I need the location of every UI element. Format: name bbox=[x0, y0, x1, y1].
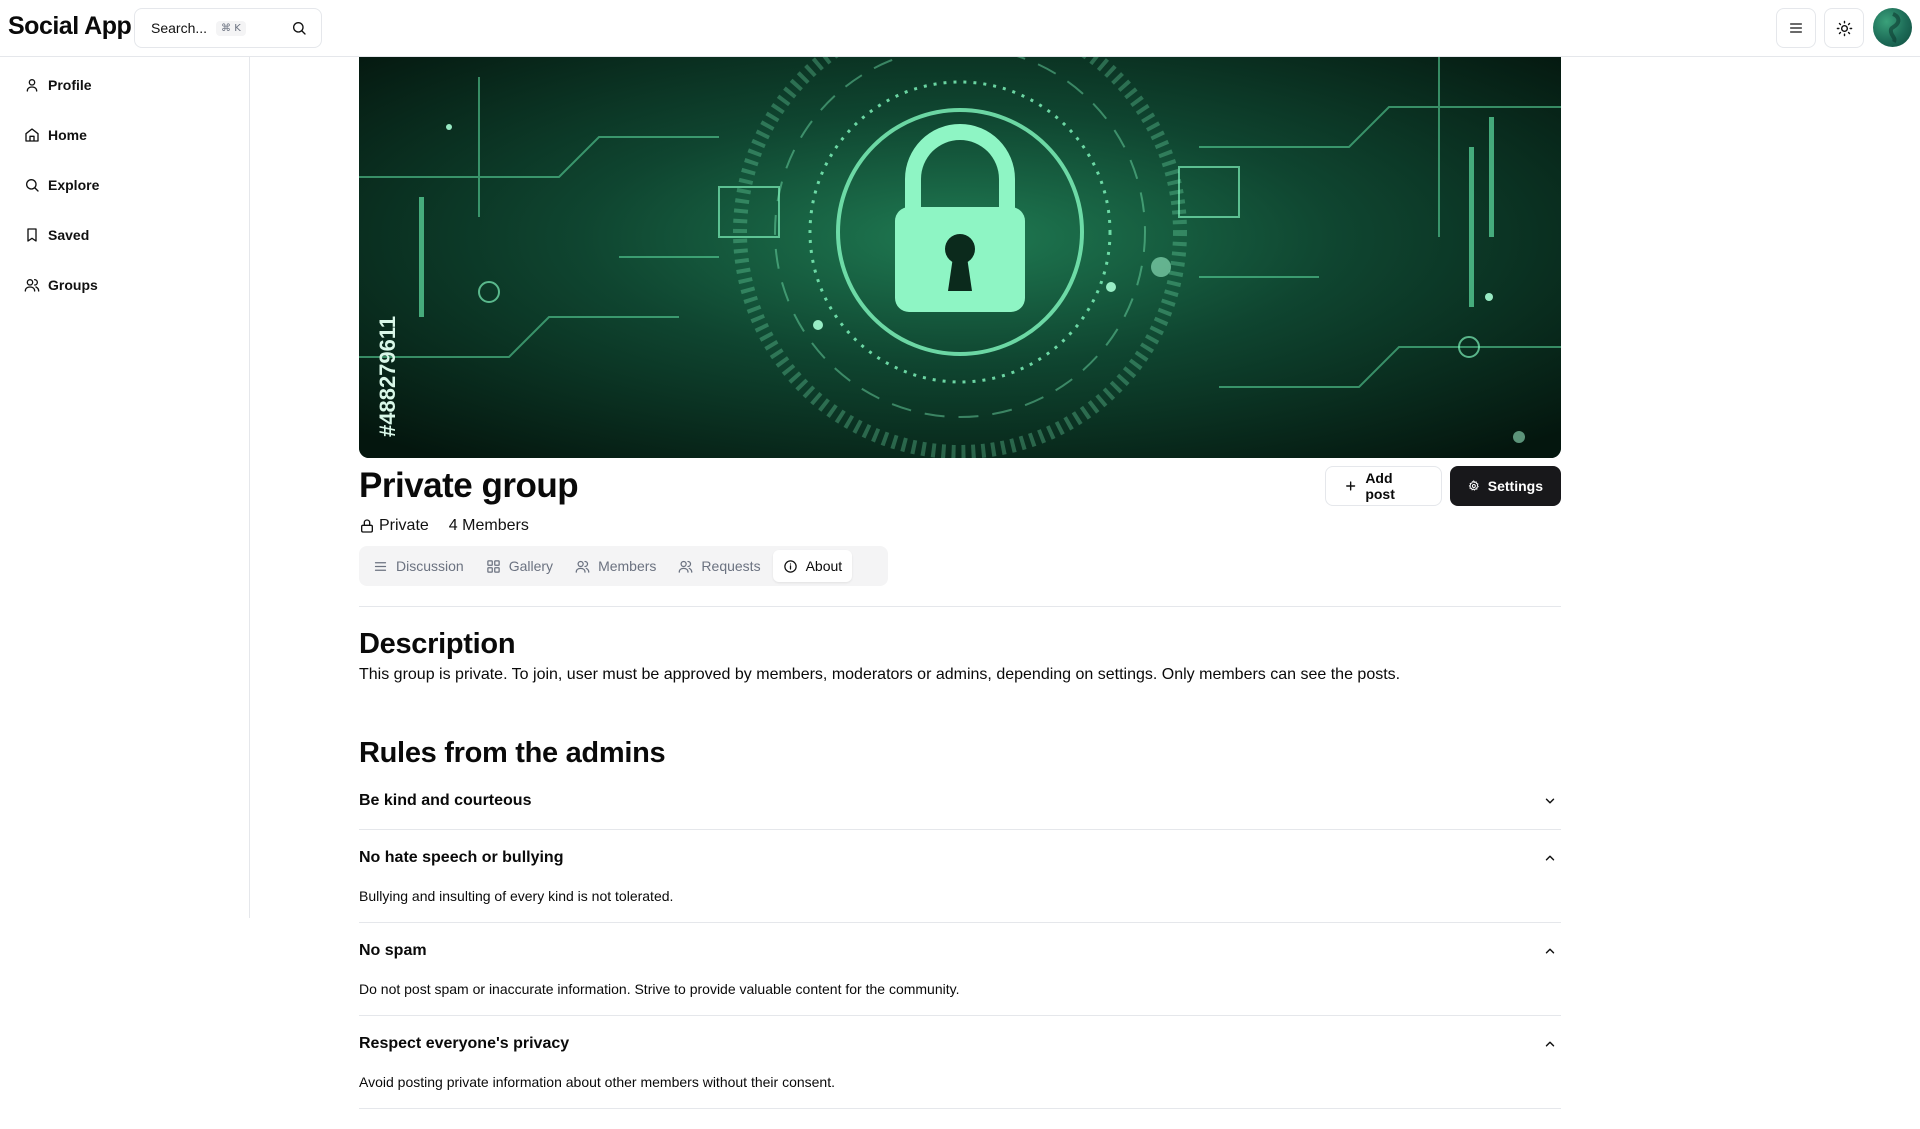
rule-divider bbox=[359, 1015, 1561, 1016]
search-icon bbox=[26, 179, 39, 192]
rule-body: Avoid posting private information about … bbox=[359, 1074, 835, 1090]
top-bar: Social App Search... ⌘ K bbox=[0, 0, 1920, 57]
sidebar-item-saved[interactable]: Saved bbox=[24, 223, 89, 247]
chevron-down-icon[interactable] bbox=[1543, 794, 1557, 808]
group-cover-image: #488279611 bbox=[359, 57, 1561, 458]
description-heading: Description bbox=[359, 628, 516, 660]
section-divider bbox=[359, 606, 1561, 607]
home-icon bbox=[25, 128, 39, 142]
search-icon[interactable] bbox=[291, 20, 307, 36]
users-icon bbox=[24, 279, 40, 292]
settings-label: Settings bbox=[1487, 478, 1543, 494]
theme-toggle-button[interactable] bbox=[1824, 8, 1864, 48]
sidebar-item-label: Saved bbox=[48, 227, 90, 243]
add-post-label: Add post bbox=[1365, 470, 1395, 502]
user-avatar[interactable] bbox=[1873, 8, 1912, 47]
search-placeholder[interactable]: Search... bbox=[151, 20, 207, 36]
info-icon bbox=[783, 559, 797, 573]
add-post-button[interactable]: Add post bbox=[1325, 466, 1442, 506]
tab-label: Gallery bbox=[508, 558, 554, 574]
rule-title[interactable]: Respect everyone's privacy bbox=[359, 1035, 569, 1053]
users-icon bbox=[679, 560, 693, 573]
sidebar-item-label: Explore bbox=[48, 177, 100, 193]
rule-title[interactable]: No spam bbox=[359, 942, 427, 960]
tab-label: About bbox=[805, 558, 843, 574]
menu-button[interactable] bbox=[1776, 8, 1816, 48]
tab-label: Members bbox=[598, 558, 657, 574]
rule-body: Bullying and insulting of every kind is … bbox=[359, 888, 674, 904]
search-box[interactable]: Search... ⌘ K bbox=[134, 8, 322, 48]
plus-icon bbox=[1346, 481, 1356, 491]
privacy-label: Private bbox=[379, 517, 429, 534]
sidebar-item-label: Home bbox=[48, 127, 87, 143]
tab-gallery[interactable]: Gallery bbox=[476, 550, 563, 582]
chevron-up-icon[interactable] bbox=[1543, 944, 1557, 958]
rule-title[interactable]: Be kind and courteous bbox=[359, 792, 531, 810]
tab-label: Requests bbox=[701, 558, 761, 574]
cover-image-id: #488279611 bbox=[375, 316, 400, 437]
sidebar-item-profile[interactable]: Profile bbox=[24, 73, 92, 97]
rule-divider bbox=[359, 922, 1561, 923]
rule-divider bbox=[359, 1108, 1561, 1109]
group-meta: Private 4 Members bbox=[359, 517, 529, 535]
cover-illustration: #488279611 bbox=[359, 57, 1561, 458]
user-icon bbox=[26, 79, 38, 92]
rule-divider bbox=[359, 829, 1561, 830]
settings-button[interactable]: Settings bbox=[1450, 466, 1561, 506]
sidebar-item-explore[interactable]: Explore bbox=[24, 173, 99, 197]
chevron-up-icon[interactable] bbox=[1543, 851, 1557, 865]
gear-icon bbox=[1468, 479, 1479, 491]
sidebar-item-groups[interactable]: Groups bbox=[24, 273, 98, 297]
description-text: This group is private. To join, user mus… bbox=[359, 666, 1401, 683]
avatar-image bbox=[1888, 12, 1901, 43]
tab-about[interactable]: About bbox=[772, 550, 853, 582]
search-shortcut: ⌘ K bbox=[216, 20, 246, 36]
rule-title[interactable]: No hate speech or bullying bbox=[359, 849, 563, 867]
tab-discussion[interactable]: Discussion bbox=[363, 550, 474, 582]
rules-heading: Rules from the admins bbox=[359, 737, 666, 769]
bookmark-icon bbox=[27, 228, 37, 242]
group-tabs: Discussion Gallery Members Requests Abou… bbox=[359, 546, 888, 586]
grid-icon bbox=[486, 559, 500, 573]
tab-members[interactable]: Members bbox=[565, 550, 666, 582]
sidebar-item-label: Groups bbox=[48, 277, 98, 293]
list-icon bbox=[374, 561, 387, 571]
rule-body: Do not post spam or inaccurate informati… bbox=[359, 981, 960, 997]
sun-icon bbox=[1836, 20, 1852, 36]
member-count[interactable]: 4 Members bbox=[449, 517, 529, 535]
lock-icon bbox=[361, 519, 373, 533]
sidebar: Profile Home Explore Saved Groups bbox=[0, 57, 250, 918]
chevron-up-icon[interactable] bbox=[1543, 1037, 1557, 1051]
tab-requests[interactable]: Requests bbox=[668, 550, 770, 582]
sidebar-item-label: Profile bbox=[48, 77, 92, 93]
menu-icon bbox=[1790, 23, 1802, 33]
app-logo[interactable]: Social App bbox=[8, 12, 132, 41]
group-title: Private group bbox=[359, 466, 579, 505]
tab-label: Discussion bbox=[396, 558, 464, 574]
users-icon bbox=[575, 560, 590, 573]
sidebar-item-home[interactable]: Home bbox=[24, 123, 87, 147]
